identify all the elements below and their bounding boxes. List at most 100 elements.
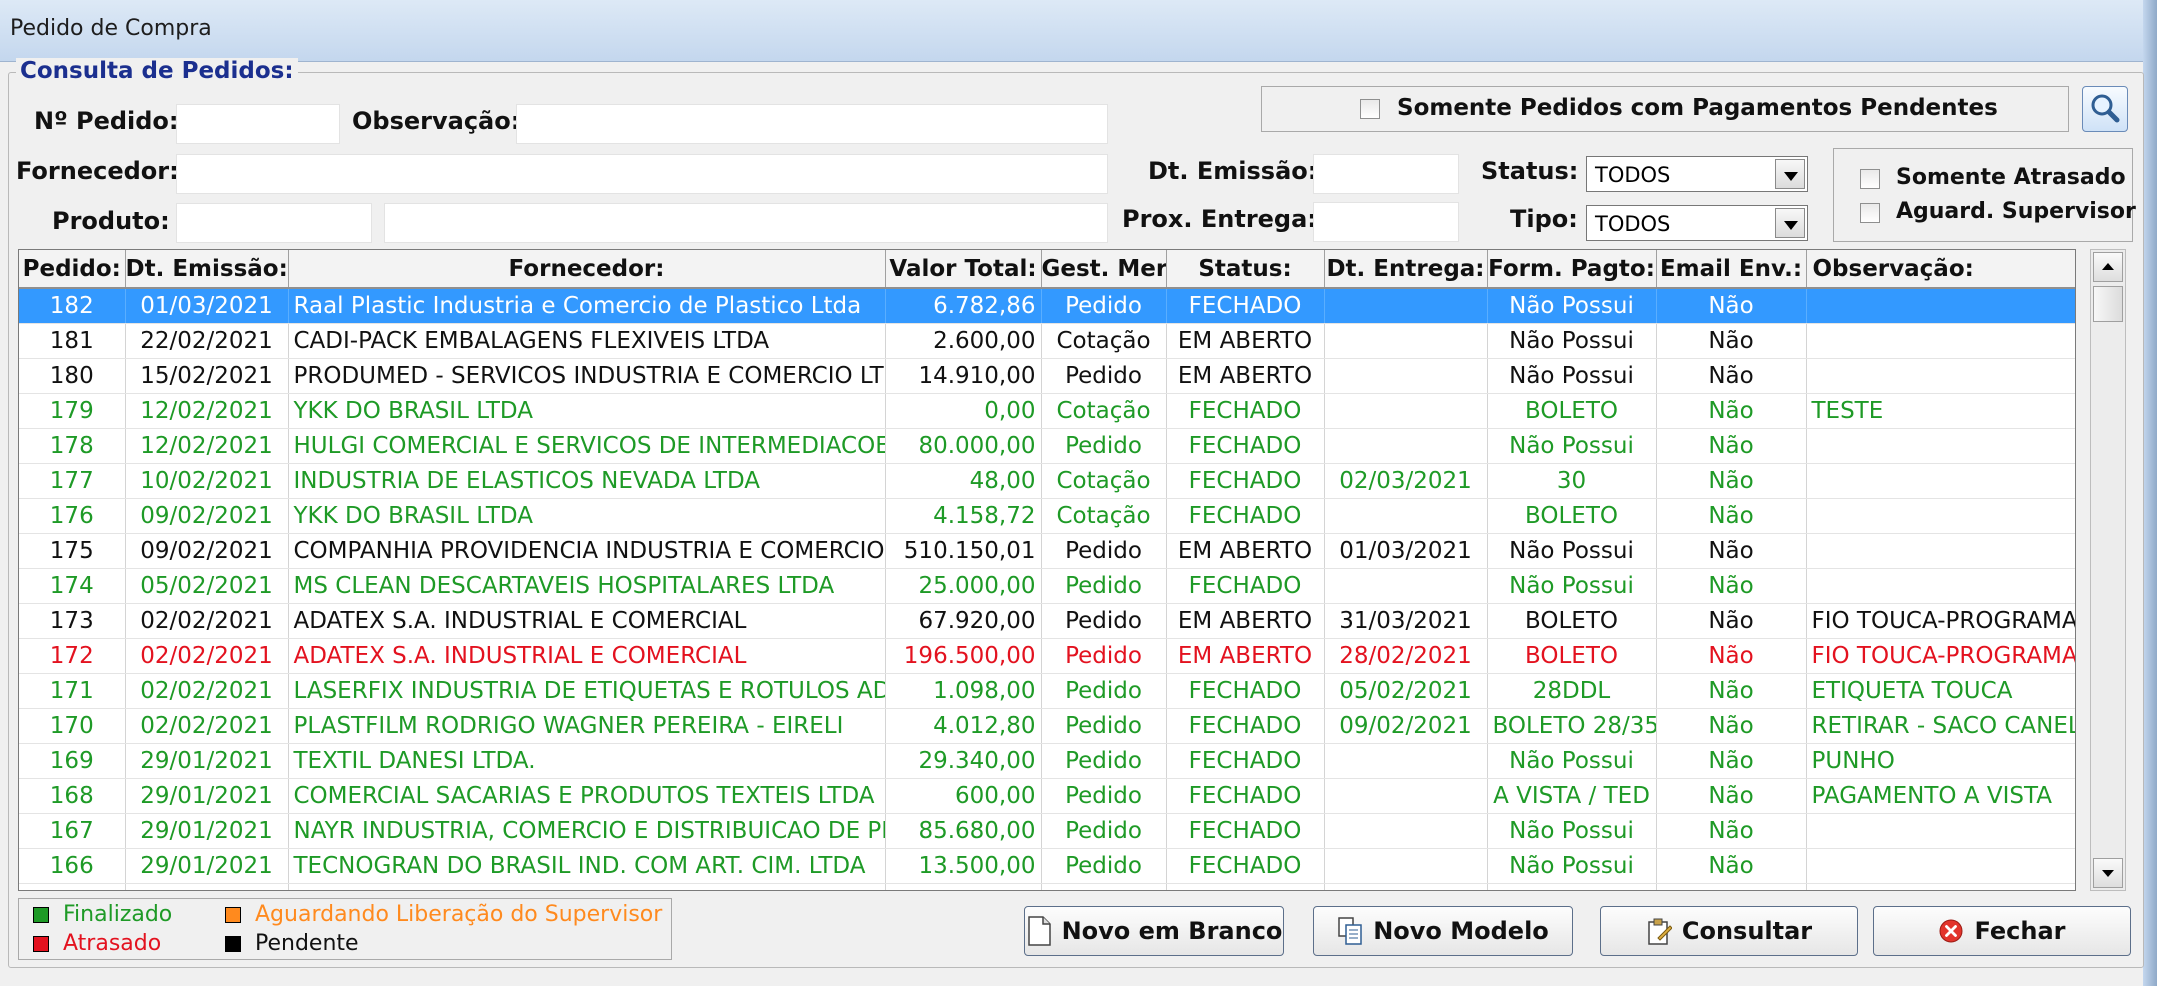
somente-atrasado-checkbox[interactable]	[1860, 169, 1880, 189]
cell-dt-entrega	[1324, 288, 1488, 324]
table-row[interactable]: 178 12/02/2021 HULGI COMERCIAL E SERVICOS …	[19, 428, 2075, 464]
cell-gest-merc: Cotação	[1041, 498, 1167, 534]
scroll-up-button[interactable]	[2093, 252, 2123, 282]
legend-aguardando-swatch	[225, 907, 241, 923]
table-row[interactable]: 181 22/02/2021 CADI-PACK EMBALAGENS FLEXIV…	[19, 323, 2075, 359]
cell-gest-merc: Pedido	[1041, 603, 1167, 639]
cell-dt-entrega	[1324, 323, 1488, 359]
cell-status: FECHADO	[1166, 708, 1325, 744]
col-header-pedido[interactable]: Pedido:	[19, 250, 126, 289]
cell-fornecedor: CADI-PACK EMBALAGENS FLEXIVEIS LTDA	[288, 323, 886, 359]
cell-observacao	[1806, 428, 2075, 464]
status-select[interactable]: TODOS	[1586, 156, 1808, 192]
table-row[interactable]: 170 02/02/2021 PLASTFILM RODRIGO WAGNER PE…	[19, 708, 2075, 744]
cell-form-pagto: Não Possui	[1487, 358, 1657, 394]
table-row[interactable]: 174 05/02/2021 MS CLEAN DESCARTAVEIS HOSPI…	[19, 568, 2075, 604]
consultar-label: Consultar	[1681, 917, 1813, 945]
fechar-button[interactable]: Fechar	[1873, 906, 2131, 956]
col-header-gest-merc[interactable]: Gest. Merc	[1041, 250, 1167, 289]
consultar-button[interactable]: Consultar	[1600, 906, 1858, 956]
cell-fornecedor: HULGI COMERCIAL E SERVICOS DE INTERMEDIA…	[288, 428, 886, 464]
table-row[interactable]: 167 29/01/2021 NAYR INDUSTRIA, COMERCIO E …	[19, 813, 2075, 849]
pagamentos-pendentes-checkbox[interactable]	[1360, 99, 1380, 119]
cell-gest-merc: Pedido	[1041, 428, 1167, 464]
fornecedor-input[interactable]	[176, 154, 1108, 194]
produto-name-input[interactable]	[384, 203, 1108, 243]
cell-gest-merc: Pedido	[1041, 288, 1167, 324]
cell-dt-emissao: 09/02/2021	[125, 533, 289, 569]
copy-document-icon	[1338, 917, 1362, 945]
table-row[interactable]: 169 29/01/2021 TEXTIL DANESI LTDA. 29.340,0…	[19, 743, 2075, 779]
search-button[interactable]	[2082, 86, 2128, 132]
table-row[interactable]: 173 02/02/2021 ADATEX S.A. INDUSTRIAL E CO…	[19, 603, 2075, 639]
table-row[interactable]: 179 12/02/2021 YKK DO BRASIL LTDA 0,00 Cotaç…	[19, 393, 2075, 429]
pedido-input[interactable]	[176, 104, 340, 144]
cell-form-pagto: BOLETO	[1487, 638, 1657, 674]
aguard-supervisor-checkbox[interactable]	[1860, 203, 1880, 223]
chevron-down-icon[interactable]	[1775, 159, 1805, 189]
cell-gest-merc: Pedido	[1041, 533, 1167, 569]
cell-valor-total: 2.600,00	[885, 323, 1042, 359]
novo-modelo-button[interactable]: Novo Modelo	[1313, 906, 1573, 956]
col-header-form-pagto[interactable]: Form. Pagto:	[1487, 250, 1657, 289]
novo-em-branco-button[interactable]: Novo em Branco	[1024, 906, 1284, 956]
col-header-fornecedor[interactable]: Fornecedor:	[288, 250, 886, 289]
table-row[interactable]: 182 01/03/2021 Raal Plastic Industria e Co…	[19, 288, 2075, 324]
cell-observacao: FIO TOUCA-PROGRAMAÇÃO	[1806, 638, 2075, 674]
cell-fornecedor: PRODUMED - SERVICOS INDUSTRIA E COMERCIO…	[288, 358, 886, 394]
table-row[interactable]: 171 02/02/2021 LASERFIX INDUSTRIA DE ETIQU…	[19, 673, 2075, 709]
table-row[interactable]: 177 10/02/2021 INDUSTRIA DE ELASTICOS NEVA…	[19, 463, 2075, 499]
cell-gest-merc: Pedido	[1041, 848, 1167, 884]
table-row[interactable]: 172 02/02/2021 ADATEX S.A. INDUSTRIAL E CO…	[19, 638, 2075, 674]
cell-form-pagto: 28DDL	[1487, 673, 1657, 709]
table-row[interactable]: 180 15/02/2021 PRODUMED - SERVICOS INDUSTR…	[19, 358, 2075, 394]
grid-header: Pedido: Dt. Emissão: Fornecedor: Valor T…	[19, 250, 2075, 289]
novo-em-branco-label: Novo em Branco	[1061, 917, 1283, 945]
cell-pedido: 180	[19, 358, 126, 394]
cell-valor-total: 1.491,75	[885, 883, 1042, 890]
chevron-down-icon[interactable]	[1775, 208, 1805, 238]
tipo-select[interactable]: TODOS	[1586, 205, 1808, 241]
cell-fornecedor: PLASTFILM RODRIGO WAGNER PEREIRA - EIREL…	[288, 708, 886, 744]
scroll-down-button[interactable]	[2093, 858, 2123, 888]
table-row[interactable]: 16527/01/2021LINDALVA NUNES DA SILVA VED…	[19, 883, 2075, 890]
col-header-dt-entrega[interactable]: Dt. Entrega:	[1324, 250, 1488, 289]
cell-dt-emissao: 15/02/2021	[125, 358, 289, 394]
cell-form-pagto: Não Possui	[1487, 288, 1657, 324]
cell-email-env: Não	[1656, 673, 1807, 709]
cell-dt-entrega	[1324, 813, 1488, 849]
pagamentos-pendentes-panel: Somente Pedidos com Pagamentos Pendentes	[1261, 86, 2069, 132]
col-header-observacao[interactable]: Observação:	[1806, 250, 2075, 289]
dt-emissao-input[interactable]	[1313, 154, 1459, 194]
produto-code-input[interactable]	[176, 203, 372, 243]
grid-scrollbar[interactable]	[2090, 249, 2126, 891]
cell-pedido: 168	[19, 778, 126, 814]
legend-pendente: Pendente	[255, 931, 359, 956]
cell-dt-entrega	[1324, 743, 1488, 779]
cell-pedido: 167	[19, 813, 126, 849]
scroll-thumb[interactable]	[2093, 286, 2123, 322]
observacao-input[interactable]	[516, 104, 1108, 144]
pedidos-grid[interactable]: Pedido: Dt. Emissão: Fornecedor: Valor T…	[18, 249, 2076, 891]
cell-status: FECHADO	[1166, 673, 1325, 709]
col-header-email-env[interactable]: Email Env.:	[1656, 250, 1807, 289]
table-row[interactable]: 175 09/02/2021 COMPANHIA PROVIDENCIA INDUS…	[19, 533, 2075, 569]
cell-form-pagto: BOLETO	[1487, 393, 1657, 429]
table-row[interactable]: 176 09/02/2021 YKK DO BRASIL LTDA 4.158,72 C…	[19, 498, 2075, 534]
table-row[interactable]: 168 29/01/2021 COMERCIAL SACARIAS E PRODUT…	[19, 778, 2075, 814]
col-header-dt-emissao[interactable]: Dt. Emissão:	[125, 250, 289, 289]
cell-observacao: ETIQUETA TOUCA	[1806, 673, 2075, 709]
table-row[interactable]: 166 29/01/2021 TECNOGRAN DO BRASIL IND. CO…	[19, 848, 2075, 884]
cell-fornecedor: COMPANHIA PROVIDENCIA INDUSTRIA E COMERC…	[288, 533, 886, 569]
cell-dt-entrega: 27/01/2021	[1324, 883, 1488, 890]
cell-observacao	[1806, 533, 2075, 569]
prox-entrega-input[interactable]	[1313, 202, 1459, 242]
col-header-status[interactable]: Status:	[1166, 250, 1325, 289]
extra-filters-panel: Somente Atrasado Aguard. Supervisor	[1833, 148, 2136, 242]
col-header-valor-total[interactable]: Valor Total:	[885, 250, 1042, 289]
cell-valor-total: 6.782,86	[885, 288, 1042, 324]
cell-observacao: TESTE	[1806, 393, 2075, 429]
cell-email-env: Não	[1656, 603, 1807, 639]
search-icon	[2091, 94, 2120, 123]
consult-icon	[1648, 918, 1672, 945]
